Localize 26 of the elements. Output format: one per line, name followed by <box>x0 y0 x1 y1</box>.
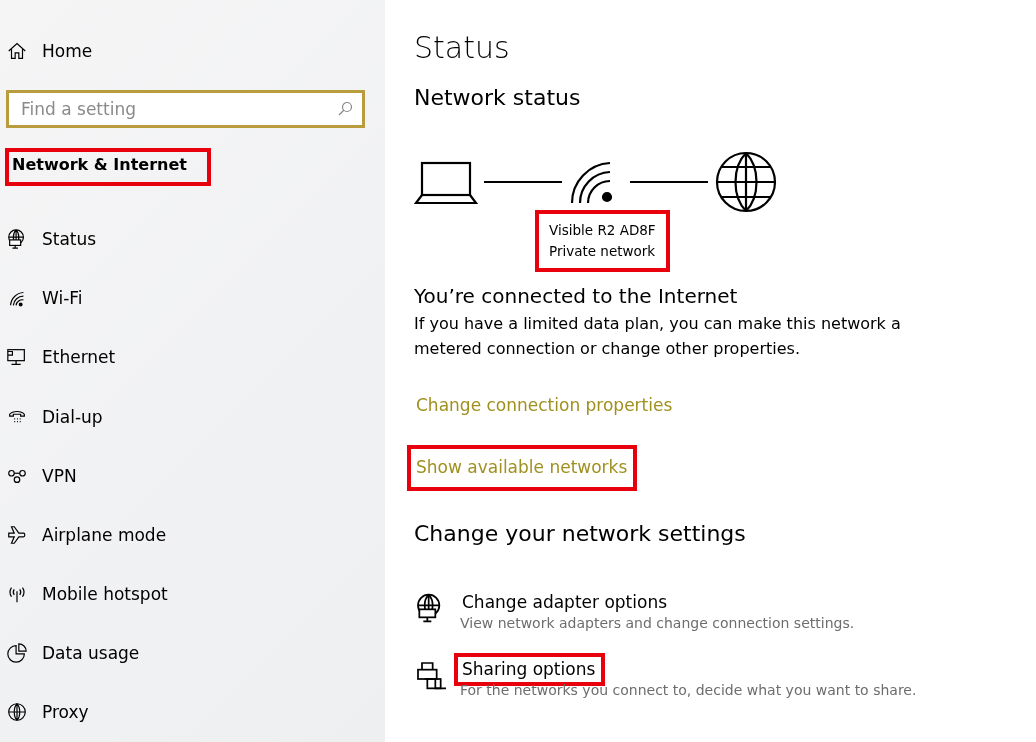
search-icon <box>337 100 353 117</box>
nav-item[interactable]: VPN <box>0 446 385 506</box>
nav-item[interactable]: Mobile hotspot <box>0 564 385 624</box>
nav-item[interactable]: Ethernet <box>0 327 385 388</box>
option-description: View network adapters and change connection settings. <box>460 615 855 631</box>
nav-item[interactable]: Status <box>0 209 385 269</box>
section-heading: Network & Internet <box>5 147 211 186</box>
globe-icon <box>6 701 28 724</box>
nav-item[interactable]: Data usage <box>0 623 385 683</box>
globe-icon <box>714 150 778 214</box>
section-heading: Change your network settings <box>414 521 747 546</box>
network-label: Visible R2 AD8F Private network <box>535 210 670 272</box>
pie-chart-icon <box>6 642 28 665</box>
nav-item[interactable]: Dial-up <box>0 387 385 447</box>
nav-item[interactable]: Wi-Fi <box>0 268 385 328</box>
section-heading: Network status <box>414 85 582 110</box>
printer-icon <box>414 659 446 691</box>
page-title: Status <box>414 30 511 65</box>
connection-description: If you have a limited data plan, you can make this network a metered connection or change other properties. <box>414 313 902 360</box>
airplane-icon <box>6 523 28 546</box>
home-nav-item[interactable]: Home <box>0 36 385 66</box>
nav-item[interactable]: Airplane mode <box>0 505 385 565</box>
search-field[interactable]: Find a setting <box>6 89 365 128</box>
nav-item[interactable]: Proxy <box>0 682 385 742</box>
connection-heading: You’re connected to the Internet <box>414 284 739 308</box>
laptop-icon <box>414 159 478 205</box>
